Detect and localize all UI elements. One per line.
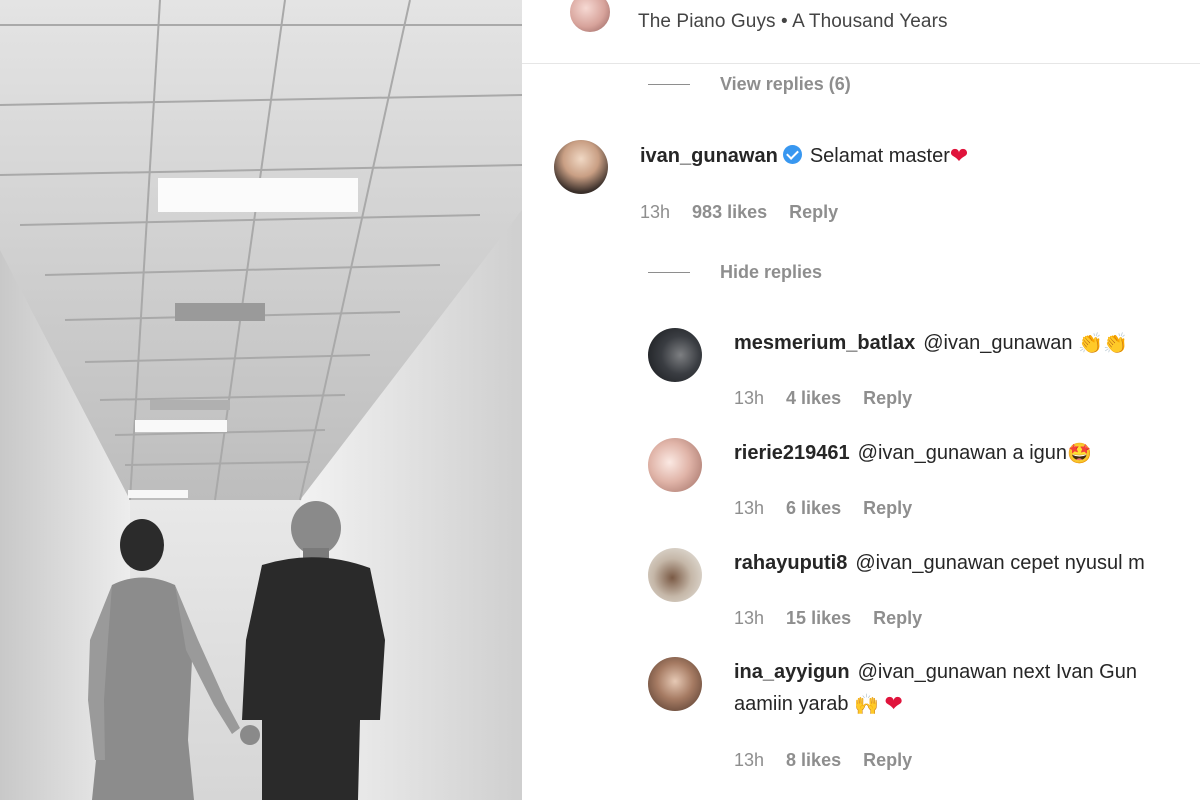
reply-button[interactable]: Reply (863, 750, 912, 771)
comment-body: ivan_gunawan Selamat master❤ (640, 140, 968, 172)
comment-username[interactable]: mesmerium_batlax (734, 332, 915, 354)
replies-divider-line (648, 272, 690, 273)
star-struck-emoji-icon: 🤩 (1067, 443, 1092, 465)
post-author-avatar[interactable] (568, 0, 612, 34)
comment-likes[interactable]: 15 likes (786, 608, 851, 629)
raising-hands-emoji-icon: 🙌 (854, 694, 879, 716)
avatar[interactable] (648, 548, 702, 602)
comment-body: rahayuputi8 @ivan_gunawan cepet nyusul m (734, 548, 1145, 579)
avatar[interactable] (648, 657, 702, 711)
comment-meta: 13h 983 likes Reply (640, 202, 838, 223)
comment-text: @ivan_gunawan cepet nyusul m (855, 552, 1145, 574)
verified-badge-icon (782, 145, 802, 164)
hide-replies-label: Hide replies (720, 262, 823, 282)
comment-meta: 13h 6 likes Reply (734, 498, 912, 519)
comment-time[interactable]: 13h (734, 388, 764, 409)
comments-panel: The Piano Guys • A Thousand Years View r… (522, 0, 1200, 800)
replies-divider-line (648, 84, 690, 85)
reply-button[interactable]: Reply (863, 388, 912, 409)
comment-likes[interactable]: 8 likes (786, 750, 841, 771)
comment-meta: 13h 15 likes Reply (734, 608, 922, 629)
hallway-photo-illustration (0, 0, 522, 800)
comment-text: Selamat master (809, 145, 950, 167)
post-music-label[interactable]: The Piano Guys • A Thousand Years (638, 11, 948, 33)
heart-emoji-icon: ❤ (949, 143, 969, 168)
heart-emoji-icon: ❤ (884, 691, 903, 716)
comment-body: rierie219461 @ivan_gunawan a igun🤩 (734, 438, 1092, 470)
comment-body-line2: aamiin yarab 🙌 ❤ (734, 688, 903, 721)
view-replies-label: View replies (6) (720, 74, 851, 94)
comment-time[interactable]: 13h (734, 750, 764, 771)
comment-username[interactable]: ivan_gunawan (640, 145, 778, 167)
clapping-hands-emoji-icon: 👏👏 (1078, 333, 1128, 355)
comment-time[interactable]: 13h (734, 608, 764, 629)
comment-likes[interactable]: 4 likes (786, 388, 841, 409)
comment-likes[interactable]: 983 likes (692, 202, 767, 223)
comment-text: @ivan_gunawan (923, 332, 1073, 354)
hide-replies-button[interactable]: Hide replies (648, 262, 822, 283)
comment-meta: 13h 8 likes Reply (734, 750, 912, 771)
avatar[interactable] (648, 328, 702, 382)
comment-username[interactable]: ina_ayyigun (734, 661, 850, 683)
post-photo (0, 0, 522, 800)
view-replies-button[interactable]: View replies (6) (648, 74, 851, 95)
comment-body: mesmerium_batlax @ivan_gunawan 👏👏 (734, 328, 1128, 360)
comment-username[interactable]: rierie219461 (734, 442, 850, 464)
reply-button[interactable]: Reply (789, 202, 838, 223)
avatar[interactable] (554, 140, 608, 194)
comment-text-line2: aamiin yarab (734, 693, 849, 715)
comment-time[interactable]: 13h (640, 202, 670, 223)
comment-meta: 13h 4 likes Reply (734, 388, 912, 409)
comment-likes[interactable]: 6 likes (786, 498, 841, 519)
avatar[interactable] (648, 438, 702, 492)
comment-username[interactable]: rahayuputi8 (734, 552, 847, 574)
reply-button[interactable]: Reply (863, 498, 912, 519)
comment-time[interactable]: 13h (734, 498, 764, 519)
reply-button[interactable]: Reply (873, 608, 922, 629)
comment-body: ina_ayyigun @ivan_gunawan next Ivan Gun (734, 657, 1137, 688)
post-header: The Piano Guys • A Thousand Years (522, 0, 1200, 64)
comment-text: @ivan_gunawan a igun (857, 442, 1068, 464)
comment-text: @ivan_gunawan next Ivan Gun (857, 661, 1137, 683)
